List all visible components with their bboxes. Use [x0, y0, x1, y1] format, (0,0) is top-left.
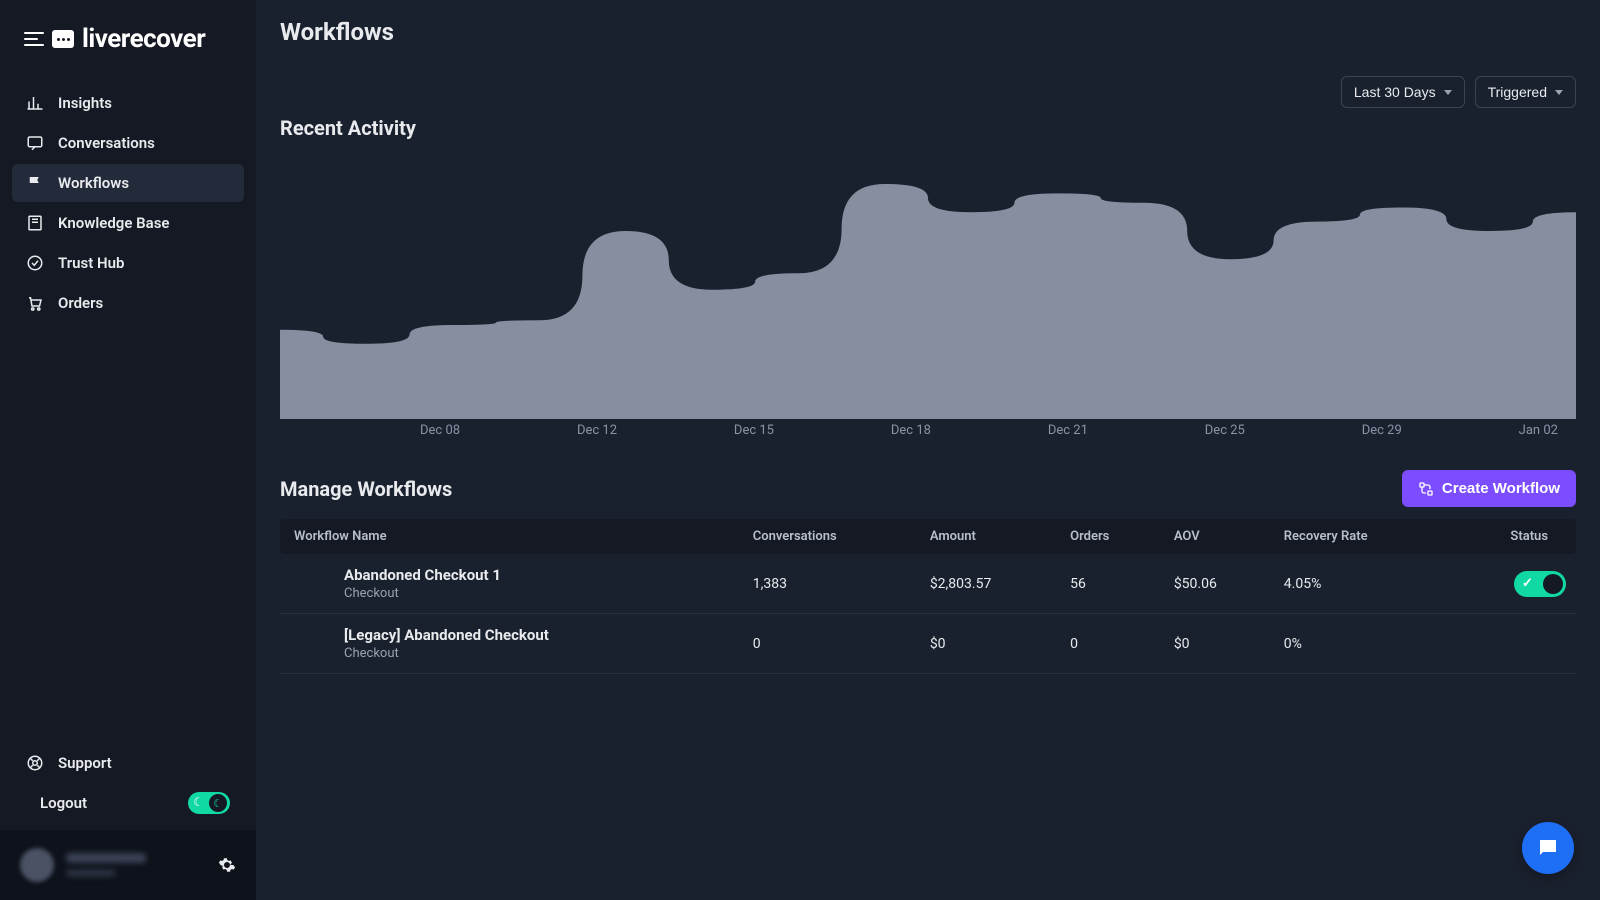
x-tick-label: Dec 25	[1205, 423, 1245, 438]
brand-name: liverecover	[82, 24, 205, 54]
cell-aov: $0	[1162, 614, 1272, 674]
sidebar-item-label: Knowledge Base	[58, 214, 169, 232]
sidebar-item-label: Trust Hub	[58, 254, 124, 272]
page-title: Workflows	[280, 18, 1576, 46]
workflow-subtitle: Checkout	[344, 646, 729, 661]
sidebar-item-orders[interactable]: Orders	[12, 284, 244, 322]
support-icon	[26, 754, 44, 772]
sidebar-item-trust-hub[interactable]: Trust Hub	[12, 244, 244, 282]
bottom-nav: Support Logout	[0, 736, 256, 830]
chat-icon	[1536, 836, 1560, 860]
x-tick-label: Jan 02	[1519, 423, 1558, 438]
activity-chart: Dec 08 Dec 12 Dec 15 Dec 18 Dec 21 Dec 25 Dec …	[280, 154, 1576, 444]
x-tick-label: Dec 12	[577, 423, 617, 438]
cell-amount: $0	[918, 614, 1058, 674]
sidebar: liverecover Insights Conversations Workf…	[0, 0, 256, 900]
col-amount: Amount	[918, 519, 1058, 554]
user-name	[66, 853, 206, 877]
sidebar-item-label: Insights	[58, 94, 112, 112]
cell-amount: $2,803.57	[918, 554, 1058, 614]
table-header-row: Workflow Name Conversations Amount Order…	[280, 519, 1576, 554]
create-workflow-button[interactable]: Create Workflow	[1402, 470, 1576, 507]
sidebar-item-support[interactable]: Support	[12, 744, 244, 782]
cell-recovery-rate: 0%	[1272, 614, 1449, 674]
cell-conversations: 1,383	[741, 554, 918, 614]
status-toggle[interactable]	[1514, 571, 1566, 597]
sidebar-item-conversations[interactable]: Conversations	[12, 124, 244, 162]
theme-toggle[interactable]	[188, 792, 230, 814]
table-row[interactable]: [Legacy] Abandoned Checkout Checkout 0 $0…	[280, 614, 1576, 674]
settings-icon[interactable]	[218, 856, 236, 874]
col-recovery-rate: Recovery Rate	[1272, 519, 1449, 554]
sidebar-item-label: Support	[58, 754, 112, 772]
cell-orders: 0	[1058, 614, 1162, 674]
x-tick-label: Dec 29	[1362, 423, 1402, 438]
metric-dropdown[interactable]: Triggered	[1475, 76, 1576, 108]
workflows-table: Workflow Name Conversations Amount Order…	[280, 519, 1576, 674]
chat-icon	[26, 134, 44, 152]
activity-toolbar: Last 30 Days Triggered	[280, 76, 1576, 108]
user-area[interactable]	[0, 830, 256, 900]
workflow-subtitle: Checkout	[344, 586, 729, 601]
x-tick-label: Dec 18	[891, 423, 931, 438]
chevron-down-icon	[1555, 90, 1563, 95]
book-icon	[26, 214, 44, 232]
sidebar-item-workflows[interactable]: Workflows	[12, 164, 244, 202]
sidebar-item-insights[interactable]: Insights	[12, 84, 244, 122]
col-orders: Orders	[1058, 519, 1162, 554]
button-label: Create Workflow	[1442, 480, 1560, 497]
check-circle-icon	[26, 254, 44, 272]
workflow-icon	[1418, 481, 1434, 497]
x-tick-label: Dec 21	[1048, 423, 1088, 438]
sidebar-item-label: Conversations	[58, 134, 155, 152]
menu-icon[interactable]	[24, 32, 44, 46]
main-content: Workflows Last 30 Days Triggered Recent …	[256, 0, 1600, 900]
date-range-dropdown[interactable]: Last 30 Days	[1341, 76, 1465, 108]
workflow-name: [Legacy] Abandoned Checkout	[344, 626, 729, 644]
col-workflow-name: Workflow Name	[280, 519, 741, 554]
dropdown-label: Last 30 Days	[1354, 84, 1436, 100]
sidebar-item-label: Orders	[58, 294, 103, 312]
cell-orders: 56	[1058, 554, 1162, 614]
cart-icon	[26, 294, 44, 312]
logo: liverecover	[0, 0, 256, 74]
x-tick-label: Dec 15	[734, 423, 774, 438]
recent-activity-title: Recent Activity	[280, 116, 1576, 140]
sidebar-item-knowledge-base[interactable]: Knowledge Base	[12, 204, 244, 242]
table-row[interactable]: Abandoned Checkout 1 Checkout 1,383 $2,80…	[280, 554, 1576, 614]
x-tick-label: Dec 08	[420, 423, 460, 438]
col-aov: AOV	[1162, 519, 1272, 554]
chevron-down-icon	[1444, 90, 1452, 95]
intercom-launcher[interactable]	[1522, 822, 1574, 874]
sidebar-item-label: Logout	[40, 794, 87, 812]
dropdown-label: Triggered	[1488, 84, 1547, 100]
sidebar-item-label: Workflows	[58, 174, 129, 192]
workflow-name: Abandoned Checkout 1	[344, 566, 729, 584]
brand-icon	[52, 30, 74, 48]
cell-conversations: 0	[741, 614, 918, 674]
col-conversations: Conversations	[741, 519, 918, 554]
manage-workflows-title: Manage Workflows	[280, 477, 452, 501]
avatar	[20, 848, 54, 882]
area-chart	[280, 154, 1576, 419]
flag-icon	[26, 174, 44, 192]
x-axis-labels: Dec 08 Dec 12 Dec 15 Dec 18 Dec 21 Dec 25 Dec …	[280, 419, 1576, 438]
cell-recovery-rate: 4.05%	[1272, 554, 1449, 614]
cell-aov: $50.06	[1162, 554, 1272, 614]
sidebar-item-logout[interactable]: Logout	[26, 794, 87, 812]
primary-nav: Insights Conversations Workflows Knowled…	[0, 74, 256, 334]
col-status: Status	[1449, 519, 1576, 554]
bar-chart-icon	[26, 94, 44, 112]
